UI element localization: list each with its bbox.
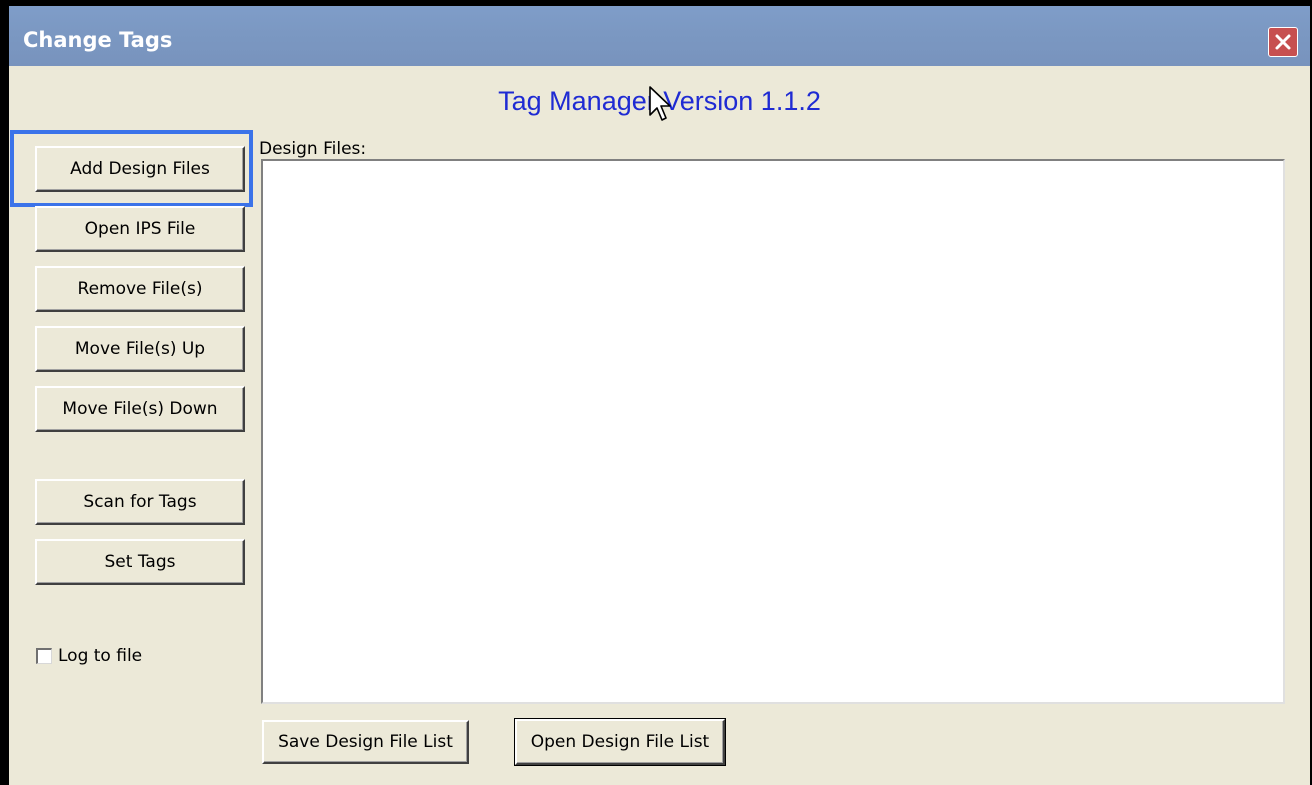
open-design-file-list-button[interactable]: Open Design File List: [514, 718, 726, 766]
move-files-down-button[interactable]: Move File(s) Down: [35, 386, 245, 432]
log-to-file-label: Log to file: [58, 646, 143, 666]
log-to-file-checkbox[interactable]: [36, 648, 52, 664]
scan-for-tags-button[interactable]: Scan for Tags: [35, 479, 245, 525]
add-design-files-button[interactable]: Add Design Files: [35, 146, 245, 192]
move-files-up-button[interactable]: Move File(s) Up: [35, 326, 245, 372]
design-files-label: Design Files:: [259, 139, 367, 159]
change-tags-dialog: Change Tags Tag Manager Version 1.1.2 Ad…: [9, 6, 1310, 785]
mouse-pointer-icon: [649, 86, 671, 121]
save-design-file-list-button[interactable]: Save Design File List: [262, 720, 469, 764]
set-tags-button[interactable]: Set Tags: [35, 539, 245, 585]
remove-files-button[interactable]: Remove File(s): [35, 266, 245, 312]
log-to-file-option[interactable]: Log to file: [36, 646, 142, 666]
open-ips-file-button[interactable]: Open IPS File: [35, 206, 245, 252]
design-files-list[interactable]: [261, 159, 1285, 704]
window-title: Change Tags: [23, 28, 173, 52]
title-bar[interactable]: Change Tags: [9, 6, 1310, 66]
close-icon: [1275, 34, 1291, 50]
close-button[interactable]: [1268, 27, 1298, 57]
